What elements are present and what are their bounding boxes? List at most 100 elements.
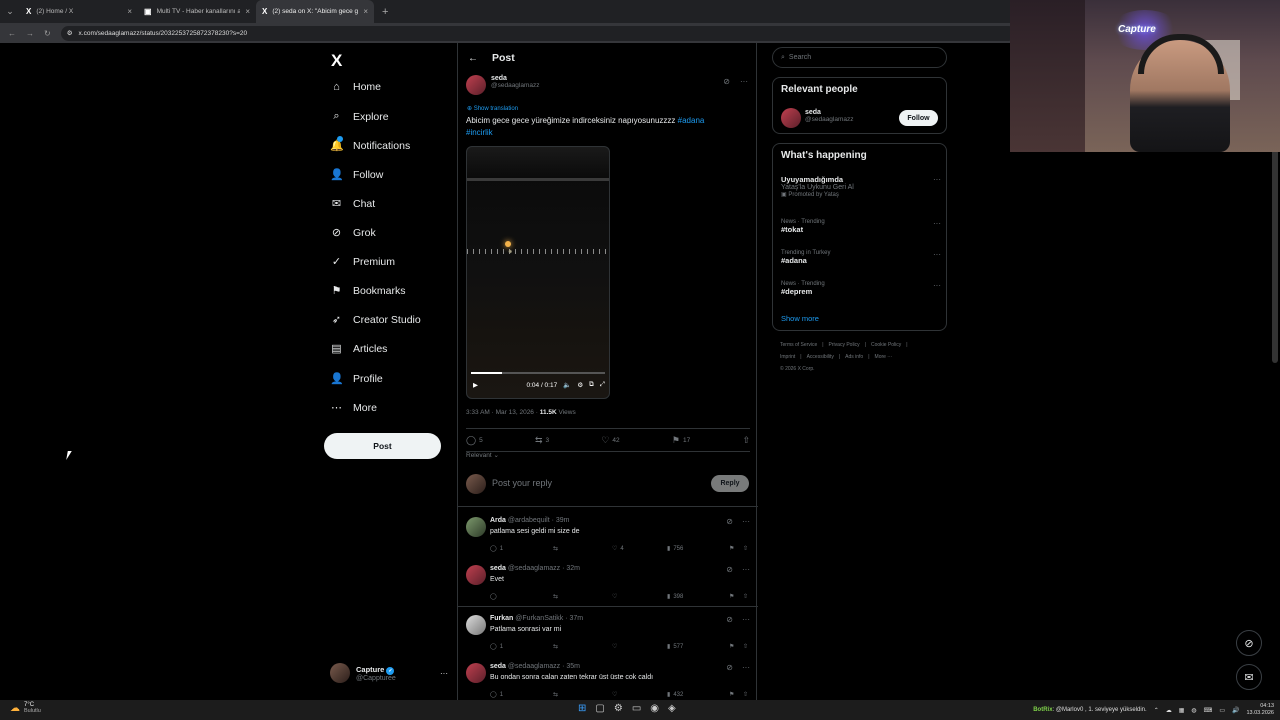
app-tray-icon[interactable]: ▦ <box>1179 707 1185 714</box>
nav-item-chat[interactable]: ✉ Chat <box>330 197 375 211</box>
browser-tab[interactable]: ▣ Multi TV - Haber kanallarını aynı × <box>138 0 256 23</box>
footer-link[interactable]: More ··· <box>875 354 893 360</box>
nav-item-more[interactable]: ⋯ More <box>330 401 377 415</box>
repost-button[interactable]: ⇆ 3 <box>535 435 549 446</box>
nav-item-articles[interactable]: ▤ Articles <box>330 342 387 356</box>
browser-tab-active[interactable]: X (2) seda on X: "Abicim gece ge × <box>256 0 374 23</box>
share-icon[interactable]: ⇧ <box>743 593 748 600</box>
settings-icon[interactable]: ⚙ <box>577 381 583 389</box>
footer-link[interactable]: Privacy Policy <box>829 342 860 348</box>
views-icon[interactable]: ▮ 432 <box>667 691 729 699</box>
trend-item[interactable]: Uyuyamadığımda Yataş'la Uykunu Geri Al ▣… <box>781 175 941 198</box>
forward-arrow-icon[interactable]: → <box>26 29 34 38</box>
share-icon[interactable]: ⇧ <box>743 691 748 698</box>
video-player[interactable]: ▶ 0:04 / 0:17 🔈 ⚙ ⧉ ⤢ <box>466 146 610 399</box>
views-icon[interactable]: ▮ 577 <box>667 643 729 651</box>
bookmark-button[interactable]: ⚑ 17 <box>672 435 690 446</box>
trend-item[interactable]: Trending in Turkey #adana ··· <box>781 250 941 265</box>
hashtag-link[interactable]: #incirlik <box>466 128 493 137</box>
reload-icon[interactable]: ↻ <box>44 29 51 38</box>
reply-input[interactable]: Post your reply <box>492 478 552 488</box>
avatar[interactable] <box>466 663 486 683</box>
footer-link[interactable]: Ads info <box>845 354 863 360</box>
volume-icon[interactable]: 🔈 <box>563 381 571 389</box>
person-name[interactable]: seda <box>805 109 854 116</box>
tab-close-icon[interactable]: × <box>363 7 368 16</box>
reply-item[interactable]: Furkan @FurkanSatikk · 37m ⊘ ··· Patlama … <box>458 607 758 655</box>
more-options-icon[interactable]: ··· <box>440 669 448 678</box>
tab-search-icon[interactable]: ⌄ <box>0 6 20 17</box>
back-arrow-icon[interactable]: ← <box>468 53 478 64</box>
reply-item[interactable]: seda @sedaaglamazz · 35m ⊘ ··· Bu ondan s… <box>458 655 758 700</box>
bookmark-icon[interactable]: ⚑ <box>729 643 743 650</box>
nav-item-creator-studio[interactable]: ➶ Creator Studio <box>330 313 421 327</box>
avatar[interactable] <box>466 615 486 635</box>
avatar[interactable] <box>466 565 486 585</box>
share-icon[interactable]: ⇧ <box>743 545 748 552</box>
reply-button[interactable]: ◯ 5 <box>466 435 483 446</box>
repost-icon[interactable]: ⇆ <box>553 593 612 600</box>
grok-icon[interactable]: ⊘ <box>723 77 730 86</box>
site-info-icon[interactable]: ⚙ <box>67 29 73 37</box>
repost-icon[interactable]: ⇆ <box>553 691 612 698</box>
messages-floating-button[interactable]: ✉ <box>1236 664 1262 690</box>
pip-icon[interactable]: ⧉ <box>589 381 594 389</box>
heart-icon[interactable]: ♡ 4 <box>612 545 667 553</box>
bookmark-icon[interactable]: ⚑ <box>729 593 743 600</box>
cloud-icon[interactable]: ☁ <box>1166 707 1172 714</box>
author-handle[interactable]: @sedaaglamazz <box>491 82 540 89</box>
grok-floating-button[interactable]: ⊘ <box>1236 630 1262 656</box>
account-switcher[interactable]: Capture ✓ @Cappturee ··· <box>330 663 448 683</box>
bookmark-icon[interactable]: ⚑ <box>729 691 743 698</box>
app-tray-icon[interactable]: ◍ <box>1191 707 1196 714</box>
reply-icon[interactable]: ◯ 1 <box>490 643 553 651</box>
author-name[interactable]: seda <box>491 75 540 82</box>
nav-item-follow[interactable]: 👤 Follow <box>330 168 383 182</box>
play-icon[interactable]: ▶ <box>473 381 478 389</box>
browser-tab[interactable]: X (2) Home / X × <box>20 0 138 23</box>
tab-close-icon[interactable]: × <box>245 7 250 16</box>
follow-button[interactable]: Follow <box>899 110 938 126</box>
footer-link[interactable]: Imprint <box>780 354 795 360</box>
fullscreen-icon[interactable]: ⤢ <box>600 381 605 389</box>
back-arrow-icon[interactable]: ← <box>8 29 16 38</box>
nav-item-premium[interactable]: ✓ Premium <box>330 255 395 269</box>
avatar[interactable] <box>781 108 801 128</box>
views-icon[interactable]: ▮ 756 <box>667 545 729 553</box>
views-icon[interactable]: ▮ 398 <box>667 593 729 601</box>
trend-item[interactable]: News · Trending #deprem ··· <box>781 281 941 296</box>
nav-item-grok[interactable]: ⊘ Grok <box>330 226 376 240</box>
post-author[interactable]: seda @sedaaglamazz <box>466 75 540 95</box>
file-explorer-icon[interactable]: ▭ <box>632 703 641 714</box>
nav-item-profile[interactable]: 👤 Profile <box>330 372 383 386</box>
video-progress-bar[interactable] <box>471 372 605 374</box>
app-icon[interactable]: ⚙ <box>614 703 623 714</box>
new-tab-button[interactable]: + <box>374 6 396 18</box>
heart-icon[interactable]: ♡ <box>612 691 667 698</box>
reply-icon[interactable]: ◯ <box>490 593 553 600</box>
task-view-icon[interactable]: ▢ <box>595 703 604 714</box>
footer-link[interactable]: Accessibility <box>807 354 834 360</box>
hashtag-link[interactable]: #adana <box>678 116 705 125</box>
chevron-up-icon[interactable]: ⌃ <box>1154 707 1159 714</box>
more-options-icon[interactable]: ··· <box>740 77 748 86</box>
bookmark-icon[interactable]: ⚑ <box>729 545 743 552</box>
chrome-icon[interactable]: ◉ <box>650 703 659 714</box>
avatar[interactable] <box>466 75 486 95</box>
network-icon[interactable]: ▭ <box>1219 707 1225 714</box>
person-handle[interactable]: @sedaaglamazz <box>805 116 854 123</box>
tab-close-icon[interactable]: × <box>127 7 132 16</box>
language-icon[interactable]: ⌨ <box>1204 707 1213 714</box>
sort-dropdown[interactable]: Relevant ⌄ <box>466 451 499 459</box>
volume-icon[interactable]: 🔊 <box>1232 707 1239 714</box>
trend-item[interactable]: News · Trending #tokat ··· <box>781 219 941 234</box>
share-button[interactable]: ⇧ <box>742 435 750 446</box>
post-button[interactable]: Post <box>324 433 441 459</box>
nav-item-explore[interactable]: ⌕ Explore <box>330 110 388 123</box>
repost-icon[interactable]: ⇆ <box>553 545 612 552</box>
reply-item[interactable]: seda @sedaaglamazz · 32m ⊘ ··· Evet ◯ ⇆ ♡… <box>458 557 758 605</box>
url-field[interactable]: ⚙ x.com/sedaaglamazz/status/203225372587… <box>60 25 1016 41</box>
x-logo-icon[interactable]: X <box>331 51 342 71</box>
show-translation-link[interactable]: ⊕ Show translation <box>467 105 518 112</box>
steam-icon[interactable]: ◈ <box>668 703 676 714</box>
